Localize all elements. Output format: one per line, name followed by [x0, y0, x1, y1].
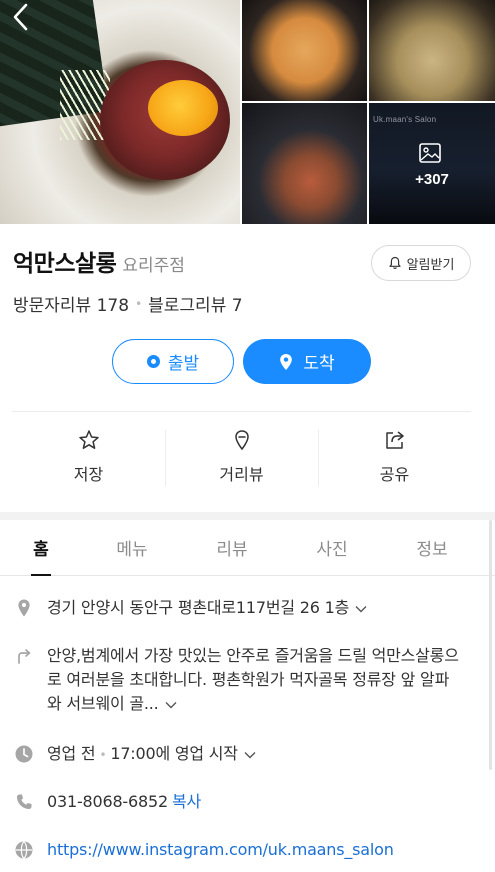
back-arrow-icon[interactable]: [10, 2, 34, 32]
hours-text: 영업 전 • 17:00에 영업 시작: [47, 742, 256, 767]
share-label: 공유: [379, 465, 410, 484]
hours-status: 영업 전: [47, 744, 96, 763]
address-row[interactable]: 경기 안양시 동안구 평촌대로117번길 26 1층: [14, 596, 474, 620]
photo-overlay: [369, 103, 495, 224]
photo-table-dishes[interactable]: [242, 103, 367, 224]
chevron-down-icon[interactable]: [165, 701, 177, 709]
title-row: 억만스살롱 요리주점: [13, 244, 185, 278]
chevron-down-icon[interactable]: [355, 605, 367, 613]
photo-fried-dish[interactable]: [242, 0, 367, 101]
tab-menu[interactable]: 메뉴: [82, 520, 182, 575]
main-photo[interactable]: [0, 0, 240, 224]
save-label: 저장: [73, 465, 104, 484]
globe-icon: [15, 841, 33, 859]
tab-bar: 홈 메뉴 리뷰 사진 정보: [0, 520, 495, 576]
tab-reviews[interactable]: 리뷰: [182, 520, 282, 575]
place-name: 억만스살롱: [13, 251, 117, 277]
route-start-label: 출발: [167, 354, 200, 374]
description-value: 안양,범계에서 가장 맛있는 안주로 즐거움을 드릴 억만스살롱으로 여러분을 …: [47, 646, 459, 713]
tab-info[interactable]: 정보: [382, 520, 482, 575]
photo-yolk: [148, 80, 218, 136]
share-icon: [385, 431, 404, 449]
website-row: https://www.instagram.com/uk.maans_salon: [14, 838, 474, 862]
bell-icon: [388, 256, 401, 269]
address-text: 경기 안양시 동안구 평촌대로117번길 26 1층: [47, 596, 367, 620]
save-button[interactable]: 저장: [12, 412, 165, 502]
hours-open: 17:00에 영업 시작: [110, 744, 238, 763]
action-row: 저장 거리뷰 공유: [12, 412, 471, 502]
photo-pancakes[interactable]: [369, 0, 495, 101]
share-button[interactable]: 공유: [318, 412, 471, 502]
street-view-button[interactable]: 거리뷰: [165, 412, 318, 502]
map-pin-icon: [18, 599, 30, 617]
website-text: https://www.instagram.com/uk.maans_salon: [47, 838, 394, 862]
photo-more-count: +307: [415, 171, 449, 188]
description-text: 안양,범계에서 가장 맛있는 안주로 즐거움을 드릴 억만스살롱으로 여러분을 …: [47, 644, 459, 716]
hours-row[interactable]: 영업 전 • 17:00에 영업 시작: [14, 742, 474, 767]
street-view-label: 거리뷰: [219, 465, 264, 484]
place-category: 요리주점: [122, 256, 185, 276]
photo-gallery: Uk.maan's Salon +307: [0, 0, 495, 224]
star-icon: [78, 430, 99, 449]
phone-row: 031-8068-6852 복사: [14, 790, 474, 814]
description-row[interactable]: 안양,범계에서 가장 맛있는 안주로 즐거움을 드릴 억만스살롱으로 여러분을 …: [14, 644, 474, 716]
tab-home[interactable]: 홈: [0, 520, 82, 576]
visitor-review-link[interactable]: 방문자리뷰 178: [13, 291, 129, 316]
phone-text: 031-8068-6852 복사: [47, 790, 201, 814]
street-view-icon: [234, 430, 249, 451]
blog-review-link[interactable]: 블로그리뷰 7: [148, 291, 242, 316]
scrollbar[interactable]: [489, 520, 492, 770]
route-start-button[interactable]: 출발: [112, 339, 234, 384]
clock-icon: [15, 745, 33, 763]
section-separator: [0, 512, 495, 520]
separator-dot: •: [99, 748, 107, 762]
tab-photos[interactable]: 사진: [282, 520, 382, 575]
photo-more[interactable]: Uk.maan's Salon +307: [369, 103, 495, 224]
image-icon: [419, 143, 441, 163]
start-point-icon: [146, 355, 160, 368]
directions-arrow-icon: [18, 649, 31, 664]
phone-icon: [17, 794, 32, 809]
route-arrive-label: 도착: [303, 354, 335, 374]
separator-dot: •: [135, 296, 143, 311]
alert-button-label: 알림받기: [406, 257, 455, 273]
address-value: 경기 안양시 동안구 평촌대로117번길 26 1층: [47, 598, 350, 617]
website-link[interactable]: https://www.instagram.com/uk.maans_salon: [47, 840, 394, 859]
copy-phone-button[interactable]: 복사: [172, 792, 201, 811]
phone-number[interactable]: 031-8068-6852: [47, 792, 168, 811]
alert-button[interactable]: 알림받기: [371, 245, 471, 281]
chevron-down-icon[interactable]: [244, 751, 256, 759]
route-arrive-button[interactable]: 도착: [243, 339, 371, 384]
review-counts: 방문자리뷰 178 • 블로그리뷰 7: [13, 291, 243, 316]
location-pin-icon: [280, 353, 293, 370]
